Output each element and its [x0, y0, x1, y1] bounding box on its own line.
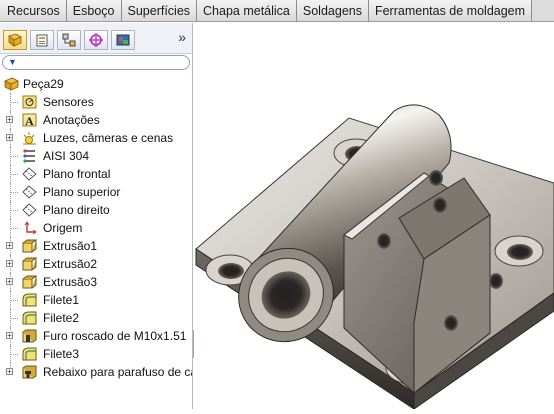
tab-recursos[interactable]: Recursos	[0, 0, 67, 21]
tree-item-anotacoes[interactable]: + A Anotações	[0, 111, 192, 129]
tab-soldagens[interactable]: Soldagens	[296, 0, 369, 21]
display-manager-icon[interactable]	[111, 30, 135, 50]
tree-root-label: Peça29	[23, 77, 64, 91]
feature-manager-panel: » ▼ Peça29 Sensores + A Anotações + Luze…	[0, 23, 193, 409]
plane-icon	[22, 167, 37, 181]
fillet-icon	[22, 293, 37, 307]
plane-icon	[22, 203, 37, 217]
svg-text:A: A	[25, 114, 34, 127]
tree-item-sensores[interactable]: Sensores	[0, 93, 192, 111]
tab-chapa-metalica[interactable]: Chapa metálica	[197, 0, 297, 21]
extrude-icon	[22, 275, 37, 289]
fillet-icon	[22, 347, 37, 361]
origin-icon	[24, 221, 37, 235]
configuration-manager-icon[interactable]	[57, 30, 81, 50]
material-icon	[23, 149, 35, 163]
feature-manager-icon[interactable]	[3, 30, 27, 50]
filter-funnel-icon: ▼	[8, 57, 17, 67]
hole-icon	[22, 365, 37, 379]
tree-item-material[interactable]: AISI 304	[0, 147, 192, 165]
tree-root-part[interactable]: Peça29	[0, 75, 192, 93]
tree-item-extrusao2[interactable]: + Extrusão2	[0, 255, 192, 273]
expand-icon[interactable]: +	[6, 260, 13, 268]
tree-item-luzes[interactable]: + Luzes, câmeras e cenas	[0, 129, 192, 147]
lights-icon	[23, 132, 36, 145]
tree-item-origem[interactable]: Origem	[0, 219, 192, 237]
extrude-icon	[22, 239, 37, 253]
expand-icon[interactable]: +	[6, 332, 13, 340]
tree-filter-input[interactable]: ▼	[2, 55, 190, 70]
extrude-icon	[22, 257, 37, 271]
expand-icon[interactable]: +	[6, 368, 13, 376]
sensor-icon	[22, 95, 37, 109]
tree-item-filete1[interactable]: Filete1	[0, 291, 192, 309]
expand-icon[interactable]: +	[6, 242, 13, 250]
tree-item-plano-frontal[interactable]: Plano frontal	[0, 165, 192, 183]
base-hole	[494, 235, 544, 267]
tree-item-filete2[interactable]: Filete2	[0, 309, 192, 327]
panel-toolbar: »	[0, 23, 192, 54]
tree-item-extrusao1[interactable]: + Extrusão1	[0, 237, 192, 255]
graphics-viewport[interactable]	[194, 23, 554, 410]
expand-icon[interactable]: +	[6, 134, 13, 142]
tab-ferramentas-de-moldagem[interactable]: Ferramentas de moldagem	[368, 0, 533, 21]
tree-item-rebaixo[interactable]: + Rebaixo para parafuso de ca	[0, 363, 192, 381]
more-tabs-chevron-icon[interactable]: »	[178, 29, 186, 45]
expand-icon[interactable]: +	[6, 278, 13, 286]
tree-item-plano-direito[interactable]: Plano direito	[0, 201, 192, 219]
tab-superficies[interactable]: Superfícies	[121, 0, 198, 21]
property-manager-icon[interactable]	[30, 30, 54, 50]
tree-item-extrusao3[interactable]: + Extrusão3	[0, 273, 192, 291]
tree-item-furo-roscado[interactable]: + Furo roscado de M10x1.51	[0, 327, 192, 345]
hole-icon	[22, 329, 37, 343]
command-manager-tabs: Recursos Esboço Superfícies Chapa metáli…	[0, 0, 554, 22]
annotation-icon: A	[22, 113, 37, 127]
3d-part-model[interactable]	[194, 23, 554, 410]
expand-icon[interactable]: +	[6, 116, 13, 124]
plane-icon	[22, 185, 37, 199]
part-icon	[4, 77, 19, 91]
fillet-icon	[22, 311, 37, 325]
tree-item-plano-superior[interactable]: Plano superior	[0, 183, 192, 201]
dimxpert-icon[interactable]	[84, 30, 108, 50]
feature-tree: Peça29 Sensores + A Anotações + Luzes, c…	[0, 75, 192, 381]
tree-item-filete3[interactable]: Filete3	[0, 345, 192, 363]
tab-esboco[interactable]: Esboço	[66, 0, 122, 21]
